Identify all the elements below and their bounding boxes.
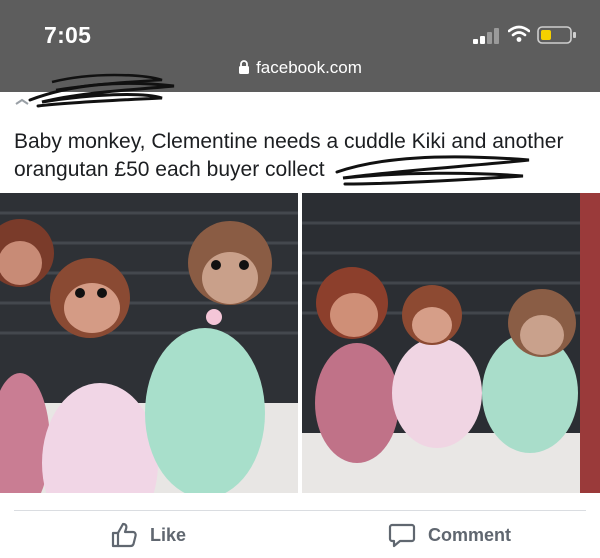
status-time: 7:05 (44, 22, 92, 48)
like-label: Like (150, 524, 187, 545)
action-divider (14, 510, 586, 511)
like-icon (111, 522, 137, 548)
orangutan-dolls-photo (0, 193, 298, 493)
comment-label: Comment (428, 524, 512, 545)
url-text: facebook.com (256, 58, 362, 77)
orangutan-dolls-photo-2 (302, 193, 600, 493)
wifi-icon (508, 25, 530, 42)
battery-icon (537, 26, 576, 44)
redaction-scribble (335, 155, 530, 186)
comment-icon (388, 523, 416, 548)
photo-right[interactable] (302, 193, 600, 493)
comment-button[interactable]: Comment (388, 520, 511, 550)
photo-left[interactable] (0, 193, 298, 493)
signal-icon (473, 28, 499, 44)
lock-icon (239, 60, 250, 74)
redacted-author (15, 73, 175, 108)
like-button[interactable]: Like (110, 520, 186, 550)
